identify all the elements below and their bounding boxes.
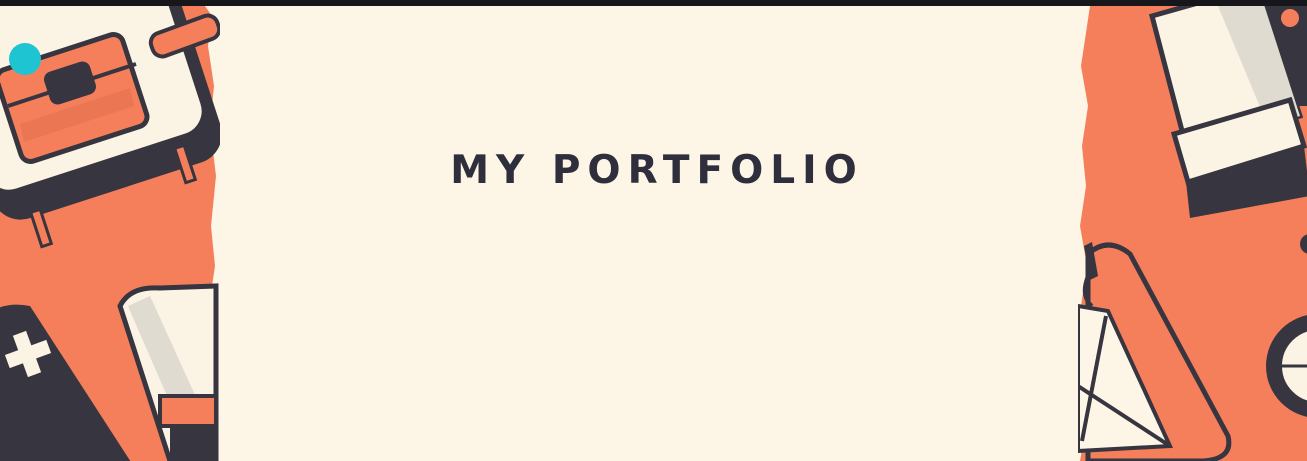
left-illustration: [0, 6, 220, 461]
hero-banner: MY PORTFOLIO: [0, 6, 1307, 461]
cursor-highlight: [9, 43, 41, 75]
red-dot-icon: [1281, 9, 1299, 27]
right-illustration: [1078, 6, 1307, 461]
